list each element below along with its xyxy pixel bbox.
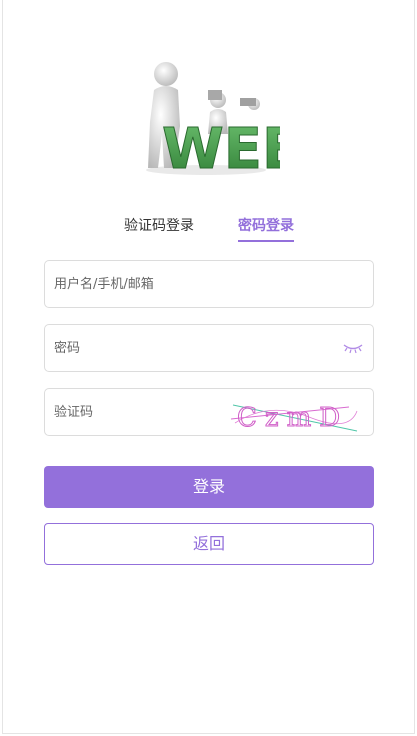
login-tabs: 验证码登录 密码登录 [0, 216, 417, 244]
tab-sms-code-login[interactable]: 验证码登录 [124, 216, 194, 240]
eye-closed-icon[interactable] [343, 342, 363, 354]
tab-password-login[interactable]: 密码登录 [238, 216, 294, 242]
captcha-text: CzmD [237, 403, 348, 433]
username-field [44, 260, 374, 308]
verification-code-input[interactable] [54, 389, 214, 435]
password-input[interactable] [54, 325, 254, 371]
verification-code-field: CzmD [44, 388, 374, 436]
back-button[interactable]: 返回 [44, 523, 374, 565]
username-input[interactable] [54, 261, 254, 307]
login-button[interactable]: 登录 [44, 466, 374, 508]
logo-text: WEB [162, 117, 280, 176]
captcha-image[interactable]: CzmD [229, 397, 361, 433]
web-logo: WEB [146, 62, 280, 176]
password-field [44, 324, 374, 372]
